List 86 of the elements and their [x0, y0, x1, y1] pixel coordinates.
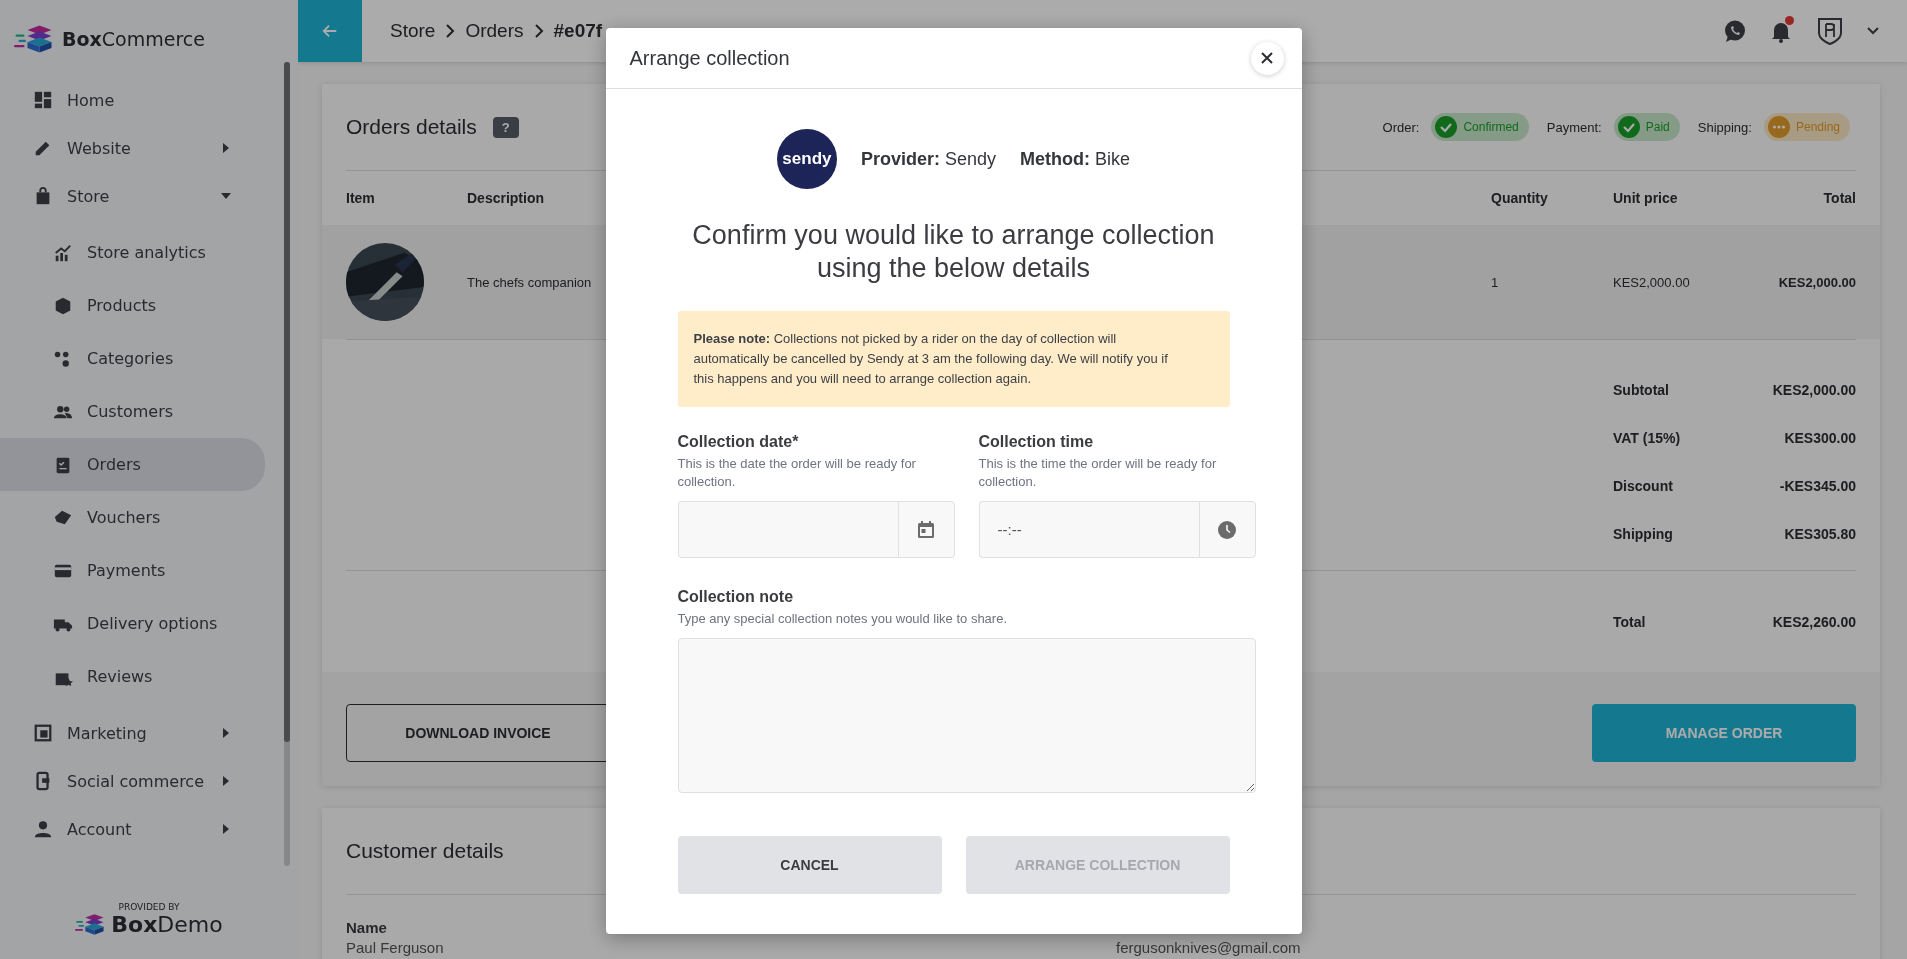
time-field[interactable]: --:-- [978, 501, 1199, 558]
column-header: Total [1822, 190, 1856, 206]
field-label: Collection time [978, 433, 1095, 451]
column-header: Quantity [1491, 190, 1549, 206]
dialog-title: Arrange collection [629, 46, 791, 70]
nav-item[interactable]: Delivery options [0, 597, 265, 650]
status-badge: Pending [1763, 113, 1850, 141]
nav-item[interactable]: Store analytics [0, 226, 265, 279]
clock-icon[interactable] [1217, 519, 1237, 540]
field-hint: This is the time the order will be ready for collection. [978, 455, 1218, 491]
total-label: Total [1613, 613, 1647, 630]
customer-email: fergusonknives@gmail.com [1116, 939, 1302, 956]
scrollbar[interactable] [284, 62, 290, 866]
nav-item[interactable]: Orders [0, 438, 265, 491]
close-icon [1260, 51, 1274, 65]
status-label: Payment: [1546, 119, 1602, 135]
customer-name: Paul Ferguson [346, 939, 445, 956]
table-cell-text: 1 [1491, 274, 1500, 290]
nav-item[interactable]: Categories [0, 332, 265, 385]
summary-value: -KES345.00 [1779, 478, 1856, 494]
breadcrumb: #e07f [553, 20, 603, 42]
table-cell-text: KES2,000.00 [1777, 274, 1856, 290]
person-icon [33, 819, 53, 839]
nav-item[interactable]: Reviews [0, 650, 265, 703]
nav-item[interactable]: Products [0, 279, 265, 332]
column-header: Description [467, 190, 545, 206]
summary-value: KES305.80 [1784, 526, 1856, 542]
status-badge: Confirmed [1431, 113, 1529, 141]
total-value: KES2,260.00 [1772, 613, 1856, 630]
method-text: Method: Bike [1020, 148, 1131, 170]
nav-item[interactable]: Payments [0, 544, 265, 597]
window-icon [33, 723, 53, 743]
chart-icon [53, 242, 73, 263]
help-badge[interactable]: ? [492, 116, 519, 138]
date-picker-button[interactable] [897, 501, 955, 558]
cancel-button[interactable]: CANCEL [677, 836, 942, 894]
breadcrumb[interactable]: Store [390, 20, 436, 42]
brand-name: BoxCommerce [62, 28, 205, 50]
summary-label: Shipping [1613, 526, 1674, 542]
nav-item[interactable]: Account [0, 805, 265, 853]
home-grid-icon [33, 90, 53, 110]
chat-icon[interactable] [1723, 19, 1747, 43]
field-label: Name [346, 919, 388, 936]
summary-label: Discount [1613, 478, 1674, 494]
field-label: Collection date* [677, 433, 800, 451]
provided-by-caption: PROVIDED BY [118, 902, 180, 912]
nav-item[interactable]: Home [0, 76, 265, 124]
arrow-left-icon [321, 22, 339, 40]
field-label: Collection note [677, 588, 795, 606]
card-title: Orders details [346, 115, 477, 139]
status-label: Order: [1382, 119, 1420, 135]
avatar-icon[interactable] [1815, 16, 1845, 46]
column-header: Unit price [1613, 190, 1679, 206]
dialog-heading: Confirm you would like to arrange collection using the below details [691, 219, 1216, 285]
chevron-icon [445, 24, 456, 38]
provider-logo: sendy [776, 129, 837, 189]
box-icon [53, 295, 73, 316]
status-label: Shipping: [1697, 119, 1752, 135]
notice-text: Please note: Collections not picked by a rider on the day of collection will automatically be cancelled by Sendy at 3 am the following day. We will notify you if this happens and you will need to arrange collection again. [677, 311, 1230, 407]
time-picker-button[interactable] [1198, 501, 1256, 558]
footer-brand-name: BoxDemo [111, 912, 223, 937]
card-title: Customer details [346, 839, 504, 863]
close-button[interactable] [1250, 41, 1284, 75]
nav-item[interactable]: Customers [0, 385, 265, 438]
calendar-icon[interactable] [916, 519, 936, 540]
summary-value: KES2,000.00 [1772, 382, 1856, 398]
summary-label: Subtotal [1613, 382, 1670, 398]
summary-value: KES300.00 [1784, 430, 1856, 446]
field-hint: Type any special collection notes you would like to share. [677, 610, 1009, 628]
nav-item[interactable]: Store [0, 172, 265, 220]
breadcrumb[interactable]: Orders [465, 20, 524, 42]
provider-text: Provider: Sendy [860, 148, 997, 170]
caret-icon[interactable] [1867, 27, 1879, 35]
nav-item[interactable]: Website [0, 124, 265, 172]
column-header: Item [346, 190, 376, 206]
nav-item[interactable]: Vouchers [0, 491, 265, 544]
nav-item[interactable]: Social commerce [0, 757, 265, 805]
table-cell-text: The chefs companion [467, 274, 593, 290]
nav-item[interactable]: Marketing [0, 709, 265, 757]
status-badge: Paid [1613, 113, 1680, 141]
date-field[interactable] [677, 501, 898, 558]
summary-label: VAT (15%) [1613, 430, 1682, 446]
chevron-icon [533, 24, 544, 38]
table-cell-text: KES2,000.00 [1613, 274, 1691, 290]
field-hint: This is the date the order will be ready for collection. [677, 455, 917, 491]
note-field[interactable] [677, 638, 1256, 793]
